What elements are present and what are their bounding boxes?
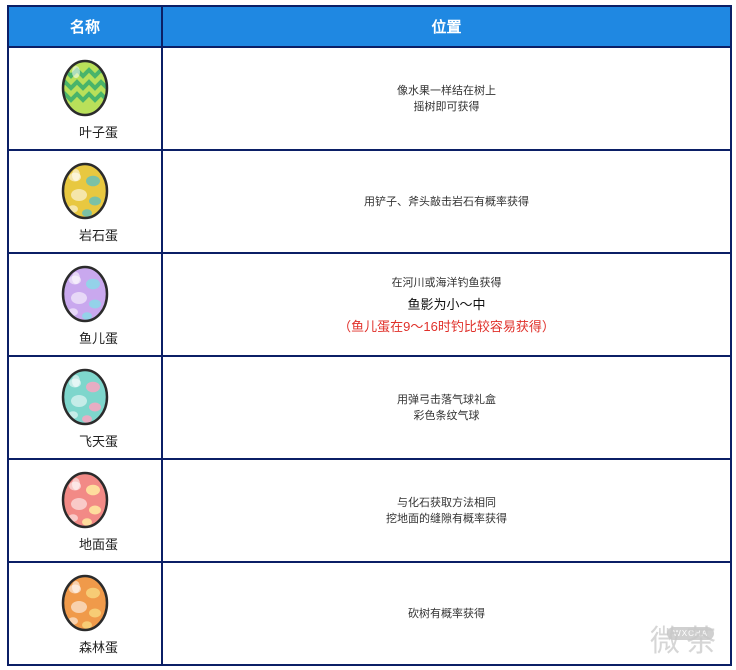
location-line: 像水果一样结在树上 — [397, 84, 496, 97]
egg-location-cell: 用铲子、斧头敲击岩石有概率获得 — [161, 149, 732, 254]
egg-name: 森林蛋 — [79, 640, 119, 655]
table-row: 地面蛋 与化石获取方法相同 挖地面的缝隙有概率获得 — [7, 458, 732, 563]
egg-location-cell: 与化石获取方法相同 挖地面的缝隙有概率获得 — [161, 458, 732, 563]
egg-table-container: 名称 位置 叶子蛋 像水果一样结在树上 摇树即可获得岩石蛋 用铲子、斧头敲击岩石有概率… — [7, 5, 732, 666]
egg-name-cell: 叶子蛋 — [7, 46, 163, 151]
location-line: 彩色条纹气球 — [413, 409, 480, 422]
egg-image — [59, 54, 111, 118]
table-row: 岩石蛋 用铲子、斧头敲击岩石有概率获得 — [7, 149, 732, 254]
egg-location-cell: 用弹弓击落气球礼盒 彩色条纹气球 — [161, 355, 732, 460]
egg-name: 岩石蛋 — [79, 228, 119, 243]
egg-name-cell: 飞天蛋 — [7, 355, 163, 460]
egg-image — [59, 157, 111, 221]
table-row: 叶子蛋 像水果一样结在树上 摇树即可获得 — [7, 46, 732, 151]
egg-name: 鱼儿蛋 — [79, 331, 119, 346]
egg-image — [59, 569, 111, 633]
egg-location-cell: 像水果一样结在树上 摇树即可获得 — [161, 46, 732, 151]
egg-name: 飞天蛋 — [79, 434, 119, 449]
egg-name-cell: 森林蛋 — [7, 561, 163, 666]
location-line: 用弹弓击落气球礼盒 — [397, 393, 496, 406]
egg-name-cell: 岩石蛋 — [7, 149, 163, 254]
location-line: 摇树即可获得 — [413, 100, 480, 113]
table-header-row: 名称 位置 — [7, 5, 732, 48]
egg-name-cell: 地面蛋 — [7, 458, 163, 563]
table-row: 飞天蛋 用弹弓击落气球礼盒 彩色条纹气球 — [7, 355, 732, 460]
header-location: 位置 — [161, 5, 732, 48]
egg-image — [59, 363, 111, 427]
egg-location-cell: 砍树有概率获得 — [161, 561, 732, 666]
ground-egg-icon — [61, 471, 109, 529]
fish-shadow-size: 鱼影为小～中 — [407, 296, 486, 312]
sky-egg-icon — [61, 368, 109, 426]
fish-egg-icon — [61, 265, 109, 323]
location-line: 用铲子、斧头敲击岩石有概率获得 — [364, 195, 529, 208]
location-line: 砍树有概率获得 — [408, 607, 485, 620]
egg-image — [59, 466, 111, 530]
egg-name-cell: 鱼儿蛋 — [7, 252, 163, 357]
table-row: 森林蛋 砍树有概率获得 — [7, 561, 732, 666]
watermark-logo: 微茶 — [650, 624, 722, 659]
location-line: 与化石获取方法相同 — [397, 496, 496, 509]
egg-location-table: 名称 位置 叶子蛋 像水果一样结在树上 摇树即可获得岩石蛋 用铲子、斧头敲击岩石有概率… — [7, 5, 732, 666]
location-line: 挖地面的缝隙有概率获得 — [386, 512, 507, 525]
egg-name: 叶子蛋 — [79, 125, 119, 140]
table-row: 鱼儿蛋 在河川或海洋钓鱼获得 鱼影为小～中 （鱼儿蛋在9～16时钓比较容易获得） — [7, 252, 732, 357]
egg-location-cell: 在河川或海洋钓鱼获得 鱼影为小～中 （鱼儿蛋在9～16时钓比较容易获得） — [161, 252, 732, 357]
time-tip-note: （鱼儿蛋在9～16时钓比较容易获得） — [338, 318, 555, 334]
rock-egg-icon — [61, 162, 109, 220]
egg-name: 地面蛋 — [79, 537, 119, 552]
egg-image — [59, 260, 111, 324]
leaf-egg-icon — [61, 59, 109, 117]
header-name: 名称 — [7, 5, 163, 48]
forest-egg-icon — [61, 574, 109, 632]
location-line: 在河川或海洋钓鱼获得 — [391, 276, 502, 289]
